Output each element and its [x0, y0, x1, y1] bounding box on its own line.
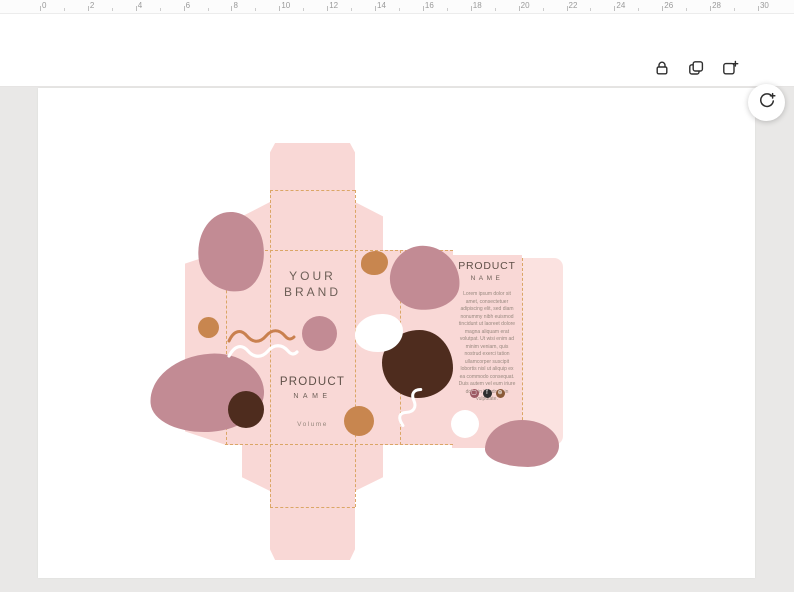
decor-circle-brown[interactable] [228, 391, 264, 428]
ruler-tick [638, 8, 640, 11]
duplicate-icon [687, 59, 705, 80]
page-toolbar [650, 57, 742, 81]
ruler-tick [87, 6, 89, 11]
brand-line-1: YOUR [289, 269, 336, 283]
ruler-tick [327, 6, 329, 11]
ruler-label: 24 [616, 1, 626, 10]
ruler-tick [183, 6, 185, 11]
ruler-label: 16 [424, 1, 434, 10]
ruler-tick [303, 8, 305, 11]
fold-line [225, 444, 453, 445]
ruler-label: 20 [520, 1, 530, 10]
ruler-tick [375, 6, 377, 11]
ruler-label: 18 [472, 1, 482, 10]
ruler-tick [279, 6, 281, 11]
ruler-label: 10 [281, 1, 291, 10]
decor-blob-mauve-bottom-right[interactable] [485, 420, 559, 467]
back-product-title[interactable]: PRODUCT [452, 260, 522, 272]
lock-button[interactable] [650, 57, 674, 81]
ruler-label: 14 [377, 1, 386, 10]
fold-line [522, 258, 523, 445]
ruler-tick [590, 8, 592, 11]
ruler-tick [398, 8, 400, 11]
workspace: YOUR BRAND PRODUCT NAME Volume PRODUCT N… [0, 87, 794, 592]
ruler-label: 12 [329, 1, 339, 10]
fold-line [355, 190, 356, 507]
fold-line [270, 507, 355, 508]
dieline-dust-flap-bottom-left[interactable] [242, 445, 270, 491]
ruler-tick [422, 6, 424, 11]
decor-squiggle-white-left[interactable] [226, 340, 300, 364]
ruler-tick [686, 8, 688, 11]
facebook-icon: f [482, 389, 492, 398]
ruler-label: 28 [712, 1, 722, 10]
ruler-tick [542, 8, 544, 11]
duplicate-page-button[interactable] [684, 57, 708, 81]
ruler-label: 4 [137, 1, 143, 10]
ruler-tick [351, 8, 353, 11]
ruler-tick [231, 6, 233, 11]
decor-blob-tan-top[interactable] [361, 251, 388, 275]
assistant-button[interactable] [748, 84, 785, 121]
ruler-tick [135, 6, 137, 11]
social-icons-row[interactable]: ▢ f ⊕ [452, 389, 522, 398]
back-body-text[interactable]: Lorem ipsum dolor sit amet, consectetuer… [457, 291, 517, 404]
ruler-tick [446, 8, 448, 11]
ruler: 0 2 4 6 8 10 12 14 16 18 20 22 24 26 28 30 [0, 0, 794, 14]
ruler-tick [734, 8, 736, 11]
dieline-dust-flap-top-right[interactable] [355, 202, 383, 250]
front-volume-label[interactable]: Volume [270, 421, 355, 428]
front-product-name[interactable]: NAME [270, 393, 355, 400]
ruler-label: 26 [664, 1, 674, 10]
design-canvas[interactable]: YOUR BRAND PRODUCT NAME Volume PRODUCT N… [38, 88, 755, 578]
instagram-icon: ▢ [469, 389, 479, 398]
editor-header: 0 2 4 6 8 10 12 14 16 18 20 22 24 26 28 30 [0, 0, 794, 87]
dieline-bottom-flap[interactable] [270, 507, 355, 560]
brand-line-2: BRAND [283, 285, 341, 300]
fold-line [270, 190, 355, 191]
ruler-label: 6 [185, 1, 191, 10]
ruler-label: 30 [759, 1, 769, 10]
ruler-tick [662, 6, 664, 11]
add-page-button[interactable] [718, 57, 742, 81]
lock-icon [653, 59, 671, 80]
dieline-bottom-panel[interactable] [270, 445, 355, 507]
add-page-icon [721, 59, 739, 80]
design-editor: 0 2 4 6 8 10 12 14 16 18 20 22 24 26 28 30 [0, 0, 794, 592]
ruler-label: 0 [42, 1, 47, 10]
dieline-top-panel[interactable] [270, 190, 355, 250]
decor-dot-tan-small[interactable] [198, 317, 219, 338]
ruler-label: 22 [568, 1, 578, 10]
ruler-label: 2 [89, 1, 95, 10]
ruler-tick [710, 6, 712, 11]
ruler-tick [255, 8, 257, 11]
ruler-tick [159, 8, 161, 11]
dieline-dust-flap-bottom-right[interactable] [355, 445, 383, 491]
brand-text[interactable]: YOUR BRAND [270, 268, 355, 300]
dieline-top-flap[interactable] [270, 143, 355, 190]
ruler-tick [40, 6, 41, 11]
ruler-tick [111, 8, 113, 11]
ruler-tick [518, 6, 520, 11]
ruler-tick [470, 6, 472, 11]
dieline-back-flap[interactable] [522, 258, 563, 445]
ruler-tick [63, 8, 65, 11]
ruler-tick [207, 8, 209, 11]
ruler-tick [566, 6, 568, 11]
globe-icon: ⊕ [495, 389, 505, 398]
ruler-label: 8 [233, 1, 238, 10]
ruler-tick [494, 8, 496, 11]
decor-dot-white[interactable] [451, 410, 479, 438]
ruler-tick [614, 6, 616, 11]
ruler-tick [757, 6, 759, 11]
front-product-title[interactable]: PRODUCT [270, 376, 355, 388]
decor-dot-mauve[interactable] [302, 316, 337, 351]
back-product-name[interactable]: NAME [452, 275, 522, 282]
assistant-icon [757, 91, 777, 114]
